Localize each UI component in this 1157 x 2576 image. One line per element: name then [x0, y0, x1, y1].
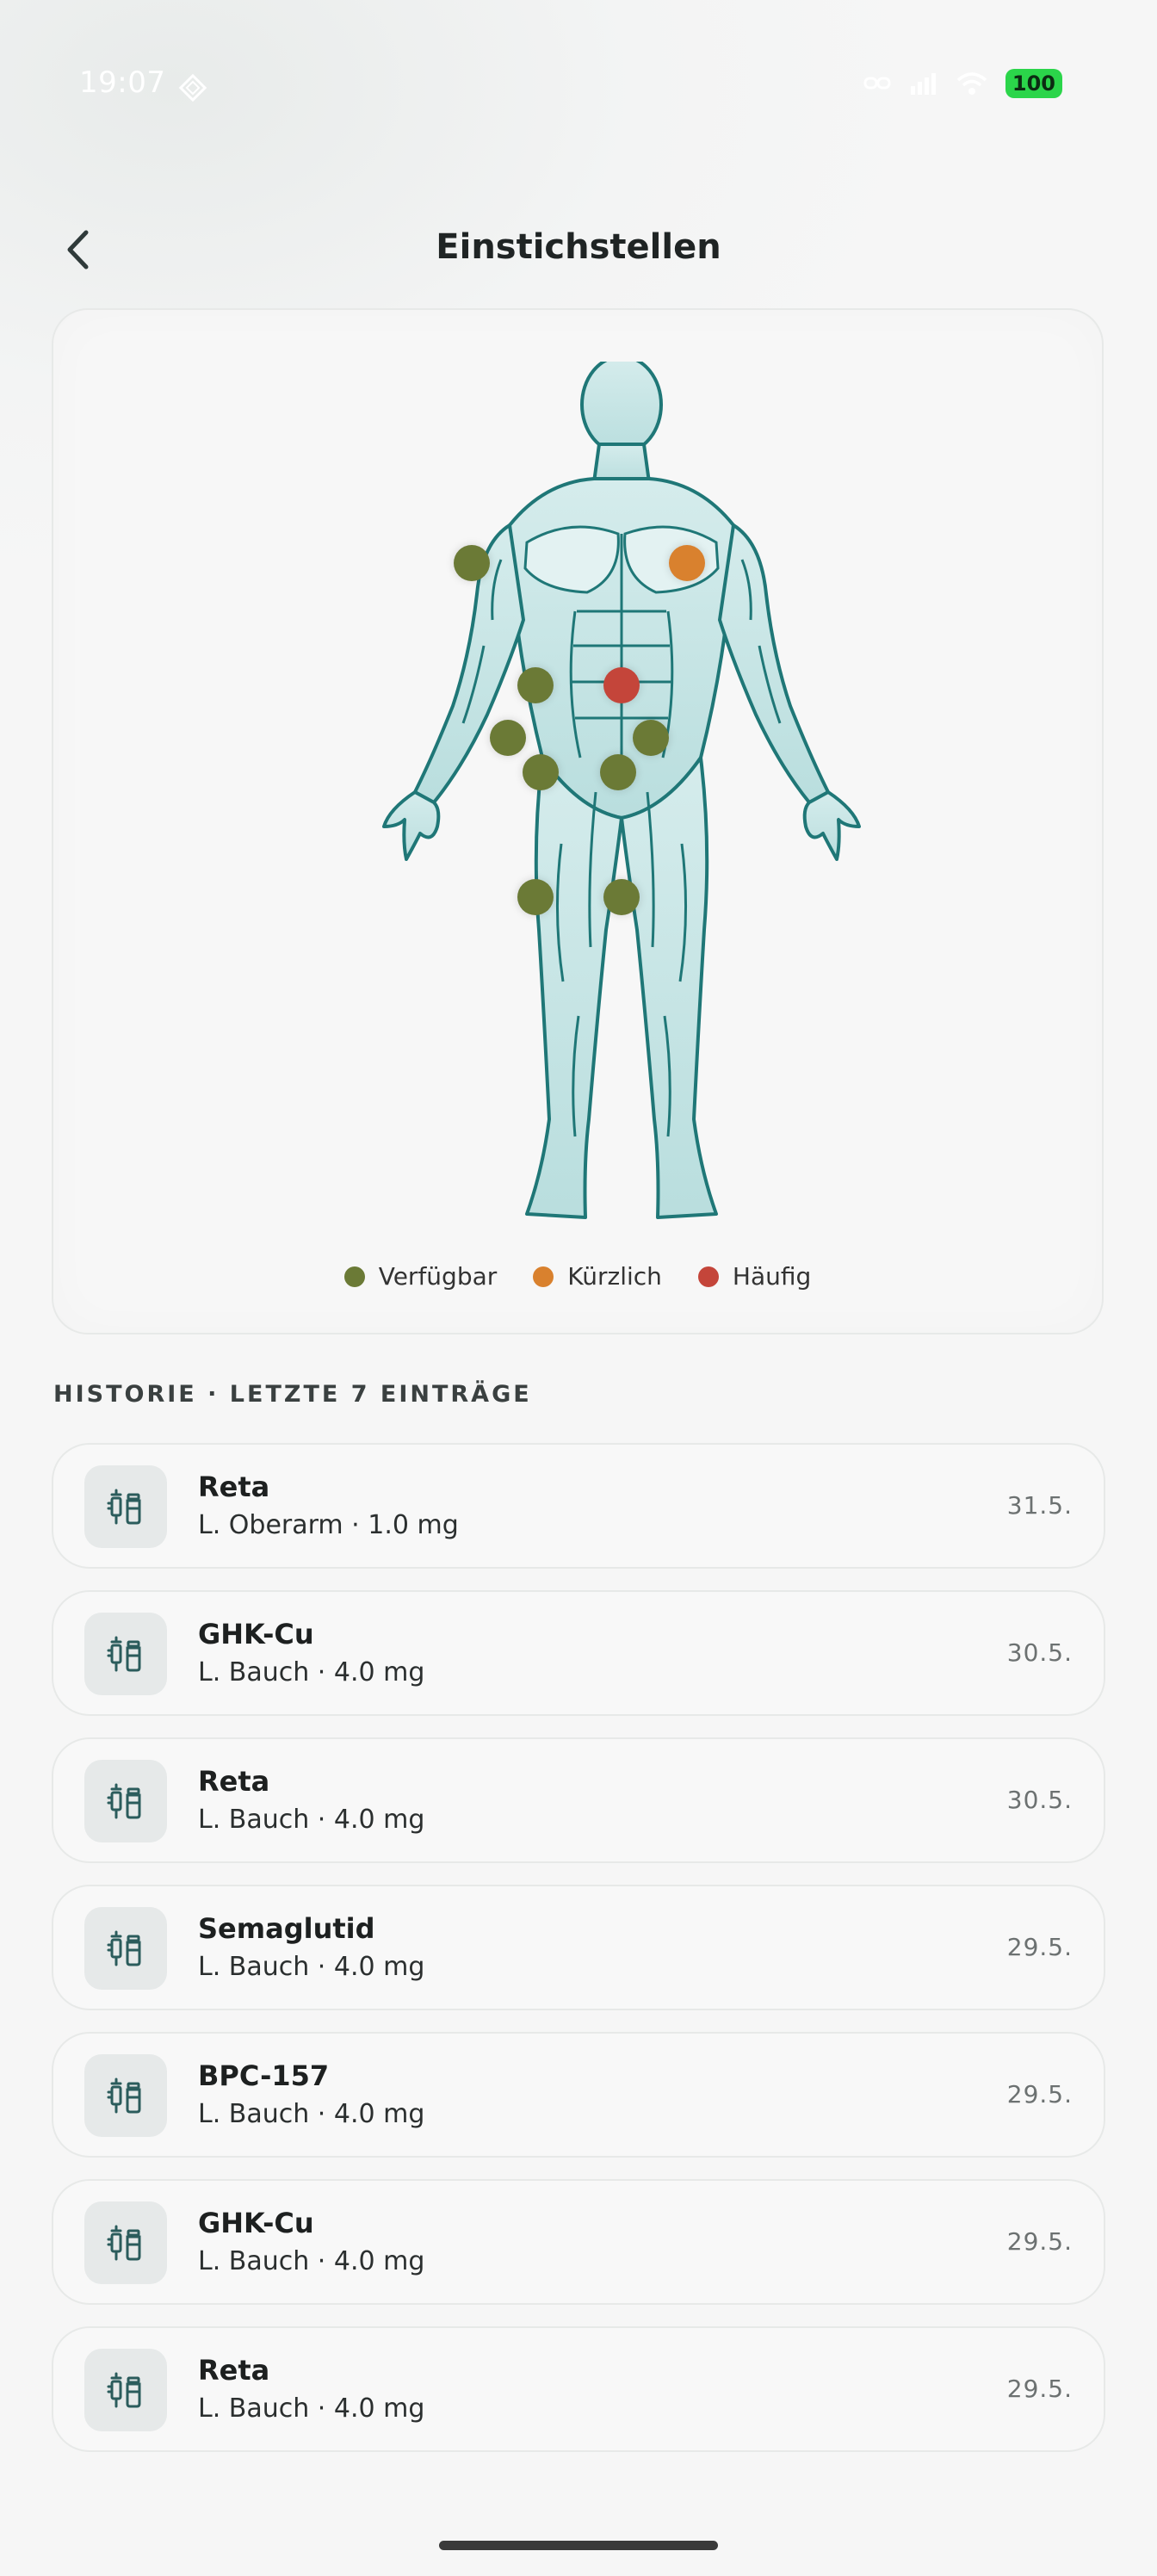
- legend-label-recent: Kürzlich: [567, 1262, 662, 1291]
- history-row-title: GHK-Cu: [198, 1618, 314, 1650]
- legend-dot-available: [343, 1266, 365, 1287]
- injection-site-marker[interactable]: [669, 545, 705, 581]
- history-row-icon-box: [84, 2201, 167, 2284]
- link-icon: [863, 77, 891, 90]
- page-title: Einstichstellen: [436, 227, 721, 267]
- body-map-card: Verfügbar Kürzlich Häufig: [52, 308, 1104, 1334]
- legend: Verfügbar Kürzlich Häufig: [53, 1262, 1102, 1291]
- history-row-detail: L. Bauch · 4.0 mg: [198, 2099, 425, 2129]
- syringe-vial-icon: [107, 1489, 141, 1525]
- syringe-vial-icon: [107, 2372, 141, 2408]
- history-row-date: 29.5.: [1006, 2227, 1073, 2256]
- injection-site-marker[interactable]: [633, 720, 669, 756]
- syringe-vial-icon: [107, 1930, 141, 1966]
- legend-label-available: Verfügbar: [378, 1262, 498, 1291]
- history-row-detail: L. Bauch · 4.0 mg: [198, 2246, 425, 2276]
- battery-indicator: 100: [1005, 69, 1062, 98]
- history-heading: HISTORIE · LETZTE 7 EINTRÄGE: [53, 1381, 532, 1408]
- syringe-vial-icon: [107, 2078, 141, 2114]
- history-row-title: Reta: [198, 1765, 270, 1798]
- history-row-date: 31.5.: [1006, 1491, 1073, 1520]
- history-row-date: 29.5.: [1006, 2080, 1073, 2108]
- history-row-detail: L. Bauch · 4.0 mg: [198, 1805, 425, 1835]
- history-list: Reta L. Oberarm · 1.0 mg 31.5. GHK-Cu L. Bau…: [52, 1443, 1105, 2474]
- history-row-title: GHK-Cu: [198, 2207, 314, 2239]
- injection-site-marker[interactable]: [603, 879, 640, 915]
- history-row-title: Reta: [198, 2354, 270, 2387]
- history-row-icon-box: [84, 1613, 167, 1695]
- history-row-date: 30.5.: [1006, 1786, 1073, 1814]
- body-figure-illustration: [382, 362, 861, 1219]
- history-row-icon-box: [84, 1760, 167, 1842]
- history-row-title: Reta: [198, 1471, 270, 1503]
- injection-site-marker[interactable]: [454, 545, 490, 581]
- injection-site-marker[interactable]: [600, 754, 636, 790]
- syringe-vial-icon: [107, 2225, 141, 2261]
- legend-dot-frequent: [697, 1266, 719, 1287]
- history-row[interactable]: Semaglutid L. Bauch · 4.0 mg 29.5.: [52, 1885, 1105, 2010]
- notification-icon: [178, 73, 207, 102]
- history-row-detail: L. Oberarm · 1.0 mg: [198, 1510, 459, 1540]
- history-row[interactable]: GHK-Cu L. Bauch · 4.0 mg 30.5.: [52, 1590, 1105, 1716]
- history-row-detail: L. Bauch · 4.0 mg: [198, 1657, 425, 1687]
- history-row-date: 29.5.: [1006, 2375, 1073, 2403]
- signal-icon: [910, 73, 936, 95]
- injection-site-marker[interactable]: [523, 754, 559, 790]
- history-row-date: 29.5.: [1006, 1933, 1073, 1961]
- history-row-title: BPC-157: [198, 2059, 330, 2092]
- legend-item-available: Verfügbar: [343, 1262, 498, 1291]
- history-row-detail: L. Bauch · 4.0 mg: [198, 2393, 425, 2424]
- history-row[interactable]: Reta L. Bauch · 4.0 mg 29.5.: [52, 2326, 1105, 2452]
- history-row-title: Semaglutid: [198, 1912, 375, 1945]
- legend-label-frequent: Häufig: [732, 1262, 812, 1291]
- injection-site-marker[interactable]: [490, 720, 526, 756]
- legend-item-recent: Kürzlich: [533, 1262, 662, 1291]
- status-time: 19:07: [79, 65, 166, 100]
- header: Einstichstellen: [0, 207, 1157, 293]
- history-row-date: 30.5.: [1006, 1638, 1073, 1667]
- history-row-icon-box: [84, 2349, 167, 2431]
- history-row-icon-box: [84, 1465, 167, 1548]
- history-row-detail: L. Bauch · 4.0 mg: [198, 1952, 425, 1982]
- status-bar: 19:07 100: [0, 0, 1157, 172]
- history-row-icon-box: [84, 2054, 167, 2137]
- injection-site-marker[interactable]: [517, 667, 554, 703]
- injection-site-marker[interactable]: [603, 667, 640, 703]
- history-row[interactable]: Reta L. Oberarm · 1.0 mg 31.5.: [52, 1443, 1105, 1569]
- history-row[interactable]: Reta L. Bauch · 4.0 mg 30.5.: [52, 1737, 1105, 1863]
- legend-dot-recent: [533, 1266, 554, 1287]
- status-icons: 100: [863, 69, 1062, 98]
- legend-item-frequent: Häufig: [697, 1262, 812, 1291]
- history-row-icon-box: [84, 1907, 167, 1990]
- home-indicator[interactable]: [439, 2541, 718, 2550]
- syringe-vial-icon: [107, 1636, 141, 1672]
- history-row[interactable]: GHK-Cu L. Bauch · 4.0 mg 29.5.: [52, 2179, 1105, 2305]
- injection-site-marker[interactable]: [517, 879, 554, 915]
- wifi-icon: [956, 72, 987, 95]
- syringe-vial-icon: [107, 1783, 141, 1819]
- history-row[interactable]: BPC-157 L. Bauch · 4.0 mg 29.5.: [52, 2032, 1105, 2158]
